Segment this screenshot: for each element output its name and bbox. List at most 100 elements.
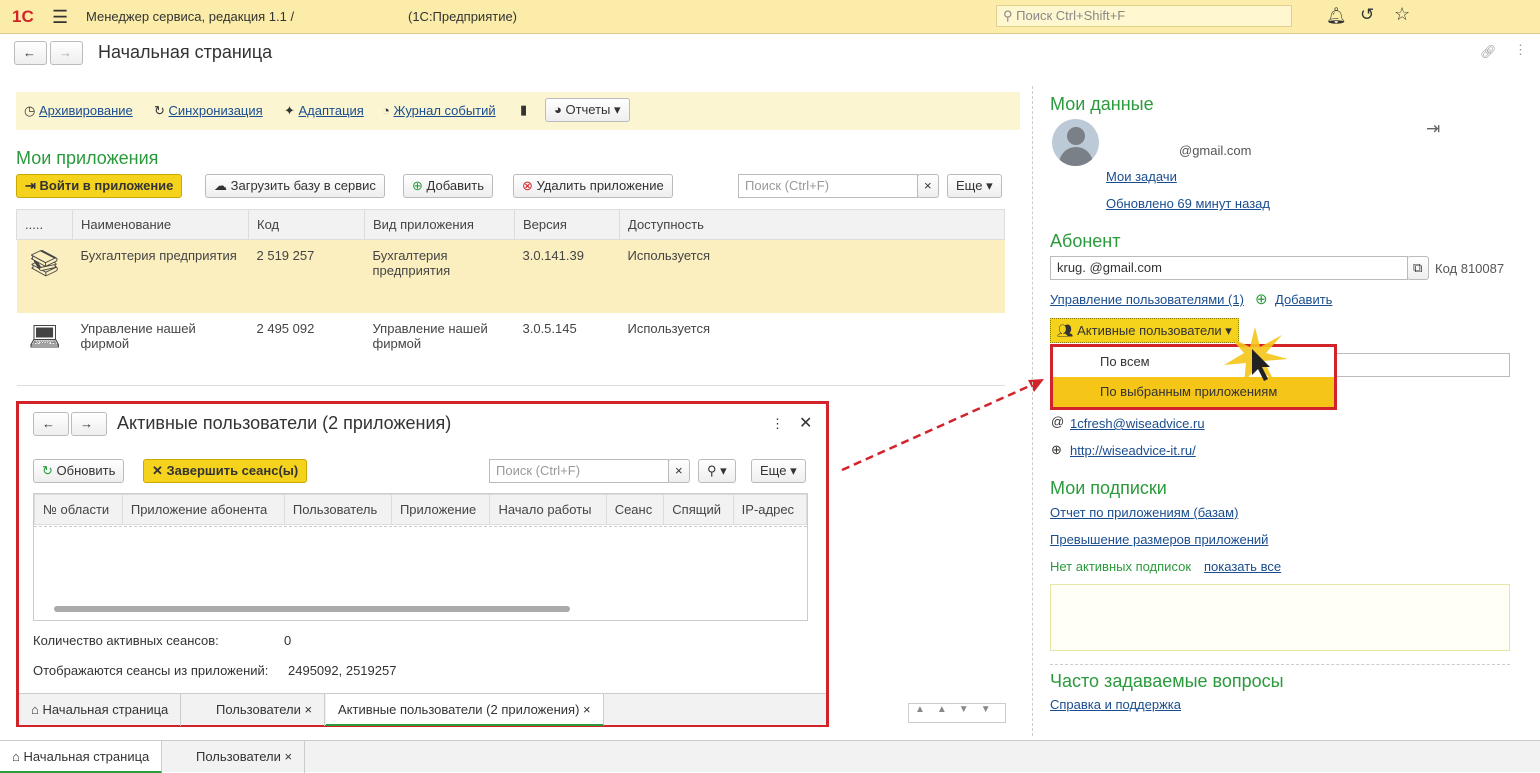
hidden-field[interactable] — [1310, 353, 1510, 377]
contact-email-link[interactable]: 1cfresh@wiseadvice.ru — [1070, 416, 1205, 431]
subscription-apps-report[interactable]: Отчет по приложениям (базам) — [1050, 505, 1238, 520]
add-user-link[interactable]: Добавить — [1275, 292, 1332, 307]
at-icon: @ — [1051, 414, 1065, 429]
apps-title: Мои приложения — [16, 148, 159, 168]
help-link[interactable]: Справка и поддержка — [1050, 697, 1181, 712]
globe-icon: ⊕ — [1051, 442, 1062, 457]
show-all-link[interactable]: показать все — [1204, 559, 1281, 574]
close-icon[interactable]: ✕ — [799, 413, 812, 433]
star-icon[interactable]: ☆ — [1394, 4, 1410, 25]
popup-tab-bar: ⌂ Начальная страница Пользователи × Акти… — [19, 693, 826, 726]
count-value: 0 — [284, 633, 292, 648]
col-ip[interactable]: IP-адрес — [732, 494, 807, 525]
site-link[interactable]: http://wiseadvice-it.ru/ — [1070, 443, 1196, 458]
updated-link[interactable]: Обновлено 69 минут назад — [1106, 196, 1270, 211]
divider — [1050, 664, 1510, 665]
popup-clear-button[interactable]: × — [668, 459, 690, 483]
col-sleep[interactable]: Спящий — [663, 494, 734, 525]
refresh-button[interactable]: ↻ Обновить — [33, 459, 125, 483]
popup-more-icon[interactable]: ⋮ — [771, 416, 784, 432]
app-icon: 📚︎ — [27, 248, 61, 278]
sync-link[interactable]: Синхронизация — [169, 103, 263, 118]
menu-item-all[interactable]: По всем — [1053, 347, 1334, 377]
upload-button[interactable]: ☁ Загрузить базу в сервис — [205, 174, 385, 198]
sessions-table: № области Приложение абонента Пользователь… — [33, 493, 808, 621]
enter-app-button[interactable]: ⇥ Войти в приложение — [16, 174, 183, 198]
subscriber-field[interactable]: krug. @gmail.com — [1050, 256, 1408, 280]
my-tasks-link[interactable]: Мои задачи — [1106, 169, 1177, 184]
reports-button[interactable]: ◕ Отчеты ▾ — [545, 98, 630, 122]
col-version[interactable]: Версия — [514, 209, 620, 240]
col-code[interactable]: Код — [248, 209, 365, 240]
col-session[interactable]: Сеанс — [605, 494, 665, 525]
active-users-button[interactable]: 👥︎ Активные пользователи ▾ — [1050, 318, 1239, 343]
popup-back-button[interactable]: ← — [33, 412, 69, 436]
clear-search-button[interactable]: × — [917, 174, 939, 198]
add-app-button[interactable]: ⊕ Добавить — [403, 174, 493, 198]
avatar — [1052, 119, 1099, 166]
archive-link[interactable]: Архивирование — [39, 103, 133, 118]
menu-item-selected-apps[interactable]: По выбранным приложениям — [1053, 377, 1334, 407]
title-bar: 1С ☰ Менеджер сервиса, редакция 1.1 / (1… — [0, 0, 1540, 34]
delete-app-button[interactable]: ⊗ Удалить приложение — [513, 174, 673, 198]
col-start[interactable]: Начало работы — [489, 494, 607, 525]
horizontal-scrollbar[interactable] — [54, 606, 570, 612]
bell-icon[interactable]: 🔔︎ — [1326, 6, 1346, 26]
open-icon[interactable]: ⧉ — [1407, 256, 1429, 280]
col-area[interactable]: № области — [34, 494, 123, 525]
subscription-size-exceed[interactable]: Превышение размеров приложений — [1050, 532, 1268, 547]
col-sub-app[interactable]: Приложение абонента — [121, 494, 285, 525]
subscriptions-box — [1050, 584, 1510, 651]
popup-title: Активные пользователи (2 приложения) — [117, 413, 452, 433]
tab-users[interactable]: Пользователи × — [184, 741, 306, 773]
forward-button[interactable]: → — [50, 41, 83, 65]
active-users-menu: По всем По выбранным приложениям — [1050, 344, 1337, 410]
arrow-annotation — [841, 379, 1044, 472]
col-user[interactable]: Пользователь — [283, 494, 392, 525]
user-email: @gmail.com — [1179, 143, 1252, 158]
search-placeholder: Поиск Ctrl+Shift+F — [1016, 8, 1126, 23]
tab-scroll-buttons[interactable]: ▲▲▼▼ — [908, 703, 1006, 723]
link-icon[interactable]: 🔗︎ — [1480, 44, 1497, 60]
no-subscriptions-label: Нет активных подписок — [1050, 559, 1192, 574]
subscriber-title: Абонент — [1050, 231, 1121, 251]
history-icon[interactable]: ↺ — [1360, 5, 1374, 25]
popup-search-button[interactable]: ⚲ ▾ — [698, 459, 736, 483]
more-icon[interactable]: ⋮ — [1514, 42, 1527, 58]
logout-icon[interactable]: ⇥ — [1426, 119, 1440, 139]
platform-label: (1С:Предприятие) — [408, 9, 518, 24]
popup-more-button[interactable]: Еще ▾ — [751, 459, 806, 483]
count-label: Количество активных сеансов: — [33, 633, 219, 648]
tab-home[interactable]: ⌂ Начальная страница — [19, 694, 182, 726]
popup-forward-button[interactable]: → — [71, 412, 107, 436]
shown-value: 2495092, 2519257 — [288, 663, 397, 678]
col-status[interactable]: Доступность — [619, 209, 1005, 240]
manage-users-link[interactable]: Управление пользователями (1) — [1050, 292, 1244, 307]
global-search[interactable]: ⚲ Поиск Ctrl+Shift+F — [996, 5, 1292, 27]
subscriptions-title: Мои подписки — [1050, 478, 1167, 498]
back-button[interactable]: ← — [14, 41, 47, 65]
tab-home[interactable]: ⌂ Начальная страница — [0, 741, 163, 773]
app-icon: 💻︎ — [27, 320, 61, 351]
end-session-button[interactable]: ✕ Завершить сеанс(ы) — [143, 459, 308, 483]
adapt-link[interactable]: Адаптация — [299, 103, 364, 118]
shown-label: Отображаются сеансы из приложений: — [33, 663, 269, 678]
subscriber-code: Код 810087 — [1435, 261, 1505, 276]
logo: 1С — [12, 7, 34, 26]
actions-toolbar: ◷ Архивирование ↻ Синхронизация ✦ Адапта… — [16, 92, 1020, 130]
event-log-link[interactable]: Журнал событий — [393, 103, 495, 118]
chart-icon[interactable]: ▮ — [520, 102, 527, 118]
tab-active-users[interactable]: Активные пользователи (2 приложения) × — [326, 694, 604, 726]
popup-search-input[interactable]: Поиск (Ctrl+F) — [489, 459, 669, 483]
menu-icon[interactable]: ☰ — [52, 7, 68, 28]
tab-users[interactable]: Пользователи × — [204, 694, 326, 726]
col-kind[interactable]: Вид приложения — [364, 209, 515, 240]
apps-search-input[interactable]: Поиск (Ctrl+F) — [738, 174, 918, 198]
active-users-window: ← → Активные пользователи (2 приложения)… — [16, 401, 829, 727]
add-icon: ⊕ — [1255, 291, 1268, 308]
col-app[interactable]: Приложение — [390, 494, 491, 525]
apps-more-button[interactable]: Еще ▾ — [947, 174, 1002, 198]
my-data-title: Мои данные — [1050, 94, 1154, 114]
table-row[interactable]: 📚︎ Бухгалтерия предприятия 2 519 257 Бухгал… — [16, 239, 1005, 313]
col-name[interactable]: Наименование — [72, 209, 249, 240]
